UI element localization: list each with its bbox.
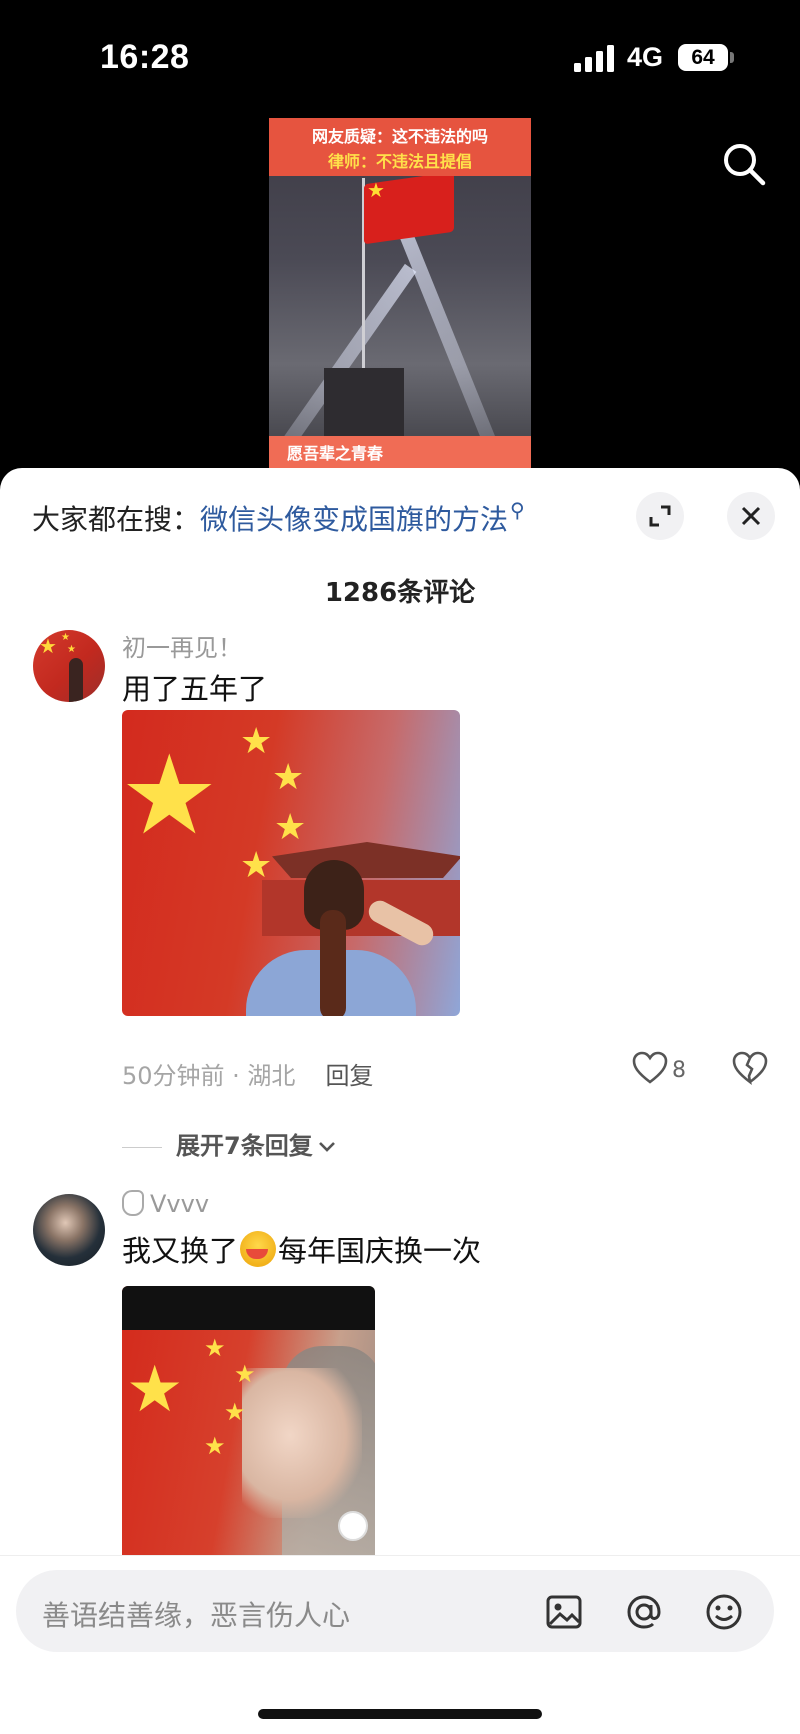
expand-icon <box>649 505 671 527</box>
divider <box>122 1146 162 1148</box>
comment-username[interactable]: Vvvv <box>122 1190 209 1218</box>
hot-search-prefix: 大家都在搜： <box>32 503 201 536</box>
light-beam <box>397 227 531 470</box>
like-count: 8 <box>672 1058 686 1083</box>
flag-star-icon: ★ <box>367 178 385 202</box>
comment-input[interactable]: 善语结善缘，恶言伤人心 <box>16 1570 774 1652</box>
comment-meta: 50分钟前 · 湖北 回复 <box>122 1056 373 1091</box>
emoji-icon[interactable] <box>702 1590 746 1634</box>
expand-button[interactable] <box>636 492 684 540</box>
laughing-emoji-icon <box>240 1231 277 1267</box>
comment-text: 我又换了 每年国庆换一次 <box>122 1228 481 1270</box>
figure-hair <box>320 910 346 1016</box>
dislike-button[interactable] <box>730 1050 770 1086</box>
reply-button[interactable]: 回复 <box>325 1062 373 1090</box>
expand-replies-button[interactable]: 展开7条回复 <box>122 1126 337 1161</box>
video-banner-line1: 网友质疑：这不违法的吗 <box>311 127 488 146</box>
battery-tip <box>730 52 734 63</box>
image-icon[interactable] <box>542 1590 586 1634</box>
flag-star-icon: ★ <box>122 731 219 859</box>
figure-face <box>242 1368 362 1518</box>
mini-avatar <box>338 1511 368 1541</box>
comment-time-location: 50分钟前 · 湖北 <box>122 1062 296 1090</box>
heart-icon <box>632 1051 668 1084</box>
small-search-icon: ⚲ <box>510 498 525 522</box>
hot-search[interactable]: 大家都在搜：微信头像变成国旗的方法 ⚲ <box>32 498 525 538</box>
comment-count: 1286条评论 <box>324 578 476 608</box>
video-player[interactable]: ★ 网友质疑：这不违法的吗 律师：不违法且提倡 愿吾辈之青春 <box>269 118 531 470</box>
network-type: 4G <box>627 42 664 72</box>
battery-icon: 64 <box>678 44 728 71</box>
chevron-down-icon <box>318 1142 335 1152</box>
close-button[interactable] <box>727 492 775 540</box>
comment-username[interactable]: 初一再见！ <box>122 628 242 663</box>
close-icon <box>741 506 761 526</box>
video-banner-line2: 律师：不违法且提倡 <box>327 152 472 171</box>
comment-input-placeholder: 善语结善缘，恶言伤人心 <box>42 1599 351 1632</box>
comment-username-text: Vvvv <box>150 1190 210 1218</box>
flag-star-icon: ★ <box>272 757 305 798</box>
status-bar: 16:28 4G 64 <box>0 0 800 110</box>
image-top-bar <box>122 1286 375 1330</box>
flag-star-icon: ★ <box>126 1353 184 1427</box>
flag-star-icon: ★ <box>240 721 273 762</box>
comment-sheet: 大家都在搜：微信头像变成国旗的方法 ⚲ 1286条评论 ★ ★ ★ 初一再见！ 用… <box>0 468 800 1734</box>
signal-icon <box>574 44 616 72</box>
flag-star-icon: ★ <box>204 1432 226 1460</box>
badge-icon <box>122 1190 144 1216</box>
expand-replies-label: 展开7条回复 <box>176 1132 313 1160</box>
video-bottom-caption: 愿吾辈之青春 <box>287 444 384 463</box>
comment-text-part2: 每年国庆换一次 <box>278 1234 482 1268</box>
flag-star-icon: ★ <box>274 807 307 848</box>
like-button[interactable] <box>630 1050 670 1086</box>
comment-input-bar: 善语结善缘，恶言伤人心 <box>0 1555 800 1734</box>
comment-image[interactable]: ★ ★ ★ ★ ★ <box>122 710 460 1016</box>
flag-star-icon: ★ <box>234 1360 256 1388</box>
comment-text: 用了五年了 <box>122 672 268 706</box>
flag-star-icon: ★ <box>204 1334 226 1362</box>
flag-star-icon: ★ <box>224 1398 246 1426</box>
avatar[interactable] <box>33 1194 105 1266</box>
broken-heart-icon <box>732 1051 768 1085</box>
search-icon[interactable] <box>720 140 768 188</box>
flag-star-icon: ★ <box>240 845 273 886</box>
comment-text-part1: 我又换了 <box>122 1234 239 1268</box>
status-time: 16:28 <box>100 38 190 76</box>
at-icon[interactable] <box>622 1590 666 1634</box>
hot-search-link[interactable]: 微信头像变成国旗的方法 <box>200 503 508 536</box>
home-indicator[interactable] <box>258 1709 542 1719</box>
comment-image[interactable]: ★ ★ ★ ★ ★ <box>122 1286 375 1566</box>
avatar[interactable]: ★ ★ ★ <box>33 630 105 702</box>
